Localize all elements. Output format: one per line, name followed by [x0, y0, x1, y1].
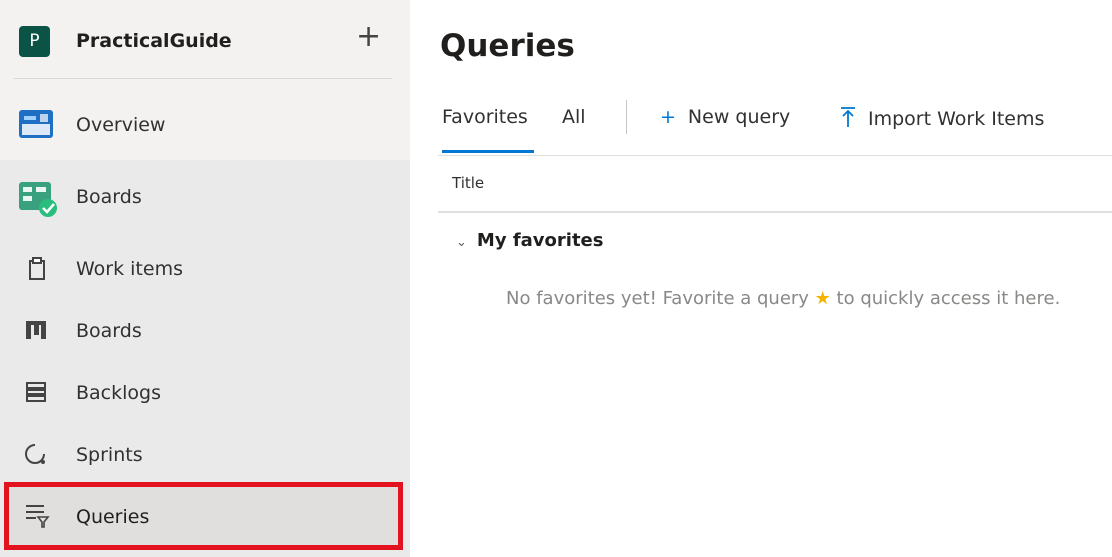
group-label: My favorites: [476, 230, 604, 251]
sidebar-item-boards-hub[interactable]: Boards: [0, 168, 410, 228]
divider: [626, 100, 627, 134]
sidebar-item-label: Queries: [76, 506, 150, 528]
empty-favorites-message: No favorites yet! Favorite a query ★ to …: [506, 288, 1060, 309]
tab-all[interactable]: All: [562, 106, 586, 128]
chevron-down-icon: ⌄: [456, 235, 467, 250]
sidebar-item-label: Work items: [76, 258, 183, 280]
sidebar-item-label: Overview: [76, 114, 166, 136]
plus-icon: +: [660, 106, 676, 128]
project-name[interactable]: PracticalGuide: [76, 30, 232, 52]
overview-icon: [19, 110, 53, 138]
group-my-favorites[interactable]: ⌄ My favorites: [456, 230, 603, 251]
sidebar-item-overview[interactable]: Overview: [0, 96, 410, 156]
sidebar: P PracticalGuide + Overview Boards Work …: [0, 0, 410, 557]
divider: [438, 211, 1112, 213]
divider: [14, 78, 392, 79]
star-icon: ★: [814, 288, 831, 309]
message-text: No favorites yet! Favorite a query: [506, 288, 815, 309]
divider: [438, 155, 1112, 156]
page-title: Queries: [440, 28, 575, 64]
sidebar-item-label: Boards: [76, 320, 142, 342]
upload-icon: [840, 106, 856, 130]
column-header-title[interactable]: Title: [452, 174, 484, 192]
backlogs-icon: [26, 382, 46, 402]
plus-icon[interactable]: +: [356, 22, 381, 52]
queries-icon: [26, 505, 50, 528]
message-text: to quickly access it here.: [830, 288, 1061, 309]
new-query-button[interactable]: + New query: [660, 106, 790, 128]
tab-favorites[interactable]: Favorites: [442, 106, 528, 128]
import-work-items-button[interactable]: Import Work Items: [840, 106, 1044, 130]
sidebar-item-label: Sprints: [76, 444, 143, 466]
project-header[interactable]: P PracticalGuide +: [0, 0, 410, 80]
main-content: Queries Favorites All + New query Import …: [410, 0, 1112, 557]
boards-icon: [26, 321, 46, 339]
import-work-items-label: Import Work Items: [868, 108, 1045, 130]
sidebar-item-work-items[interactable]: Work items: [0, 240, 410, 300]
sidebar-item-label: Boards: [76, 186, 142, 208]
sidebar-item-queries[interactable]: Queries: [0, 488, 410, 548]
tab-selected-indicator: [442, 150, 534, 153]
sidebar-item-sprints[interactable]: Sprints: [0, 426, 410, 486]
sprints-icon: [25, 444, 45, 464]
project-avatar: P: [19, 26, 50, 57]
sidebar-item-label: Backlogs: [76, 382, 161, 404]
new-query-label: New query: [687, 106, 791, 128]
work-items-icon: [29, 257, 45, 280]
sidebar-item-boards[interactable]: Boards: [0, 302, 410, 362]
boards-hub-icon: [19, 182, 57, 217]
sidebar-item-backlogs[interactable]: Backlogs: [0, 364, 410, 424]
